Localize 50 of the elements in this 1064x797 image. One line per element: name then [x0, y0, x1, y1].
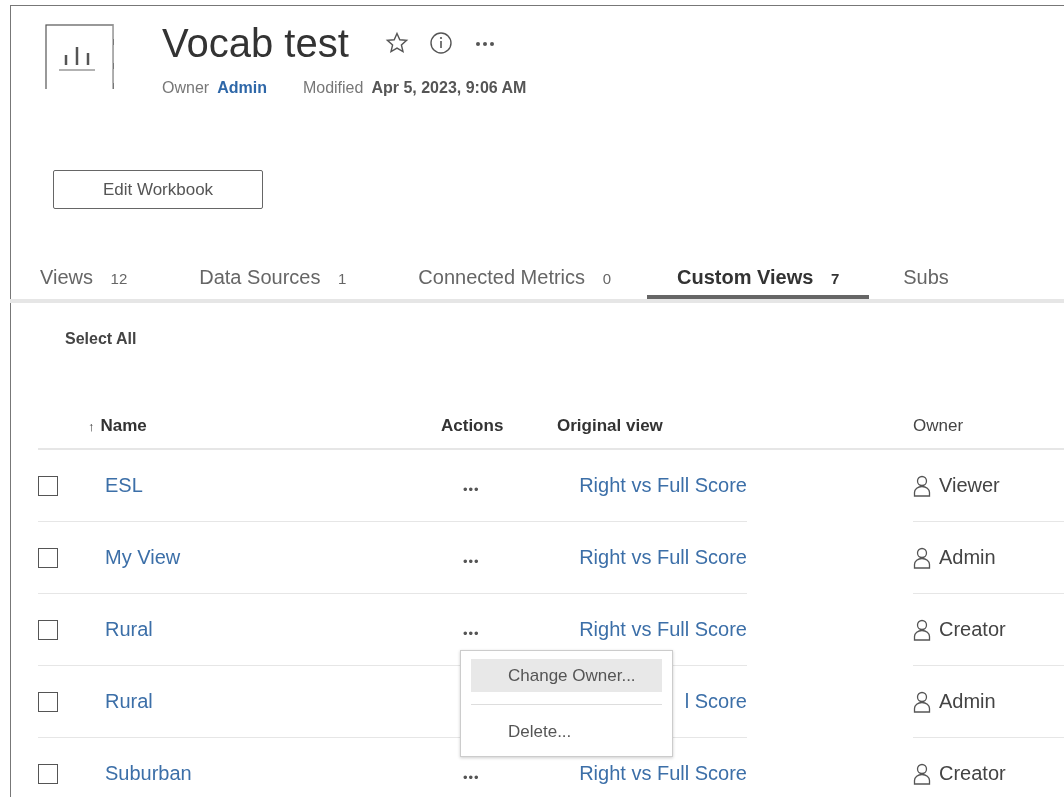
- user-icon: [913, 618, 931, 641]
- checkbox[interactable]: [38, 763, 58, 784]
- owner-name: Admin: [939, 546, 996, 569]
- checkbox[interactable]: [38, 691, 58, 712]
- view-name-link[interactable]: Suburban: [105, 762, 192, 785]
- owner-label: Owner: [162, 79, 210, 97]
- column-header[interactable]: Owner: [913, 416, 964, 436]
- view-name-link[interactable]: Rural: [105, 690, 153, 713]
- menu-item[interactable]: Delete...: [471, 715, 662, 748]
- modified-date: Apr 5, 2023, 9:06 AM: [371, 79, 527, 97]
- owner-name: Creator: [939, 618, 1006, 641]
- original-view-link[interactable]: Right vs Full Score: [579, 474, 747, 497]
- owner-link[interactable]: Admin: [217, 79, 267, 97]
- view-name-link[interactable]: Rural: [105, 618, 153, 641]
- user-icon: [913, 546, 931, 569]
- info-icon[interactable]: [428, 31, 453, 55]
- sort-arrow-icon[interactable]: ↑: [88, 418, 95, 434]
- checkbox[interactable]: [38, 619, 58, 640]
- owner-name: Creator: [939, 762, 1006, 785]
- more-actions-button[interactable]: •••: [435, 474, 480, 497]
- original-view-link[interactable]: Right vs Full Score: [579, 618, 747, 641]
- modified-label: Modified: [302, 79, 364, 97]
- owner-name: Admin: [939, 690, 996, 713]
- user-icon: [913, 474, 931, 497]
- user-icon: [913, 762, 931, 785]
- column-header[interactable]: Actions: [441, 416, 504, 436]
- more-actions-button[interactable]: •••: [435, 762, 480, 785]
- checkbox[interactable]: [38, 475, 58, 496]
- tab[interactable]: Views 12: [34, 260, 134, 299]
- original-view-link[interactable]: Right vs Full Score: [579, 762, 747, 785]
- more-actions-button[interactable]: •••: [435, 618, 480, 641]
- tab[interactable]: Connected Metrics 0: [412, 260, 617, 299]
- star-icon[interactable]: [384, 31, 409, 55]
- original-view-link[interactable]: l Score: [684, 690, 747, 713]
- select-all-link[interactable]: Select All: [65, 330, 137, 348]
- tab[interactable]: Data Sources 1: [193, 260, 353, 299]
- owner-name: Viewer: [939, 474, 1000, 497]
- checkbox[interactable]: [38, 547, 58, 568]
- user-icon: [913, 690, 931, 713]
- view-name-link[interactable]: My View: [105, 546, 181, 569]
- column-header[interactable]: Name: [100, 416, 147, 436]
- tab[interactable]: Custom Views 7: [647, 260, 870, 299]
- tab[interactable]: Subs: [897, 260, 955, 299]
- column-header[interactable]: Original view: [557, 416, 663, 436]
- edit-workbook-button[interactable]: Edit Workbook: [53, 170, 263, 209]
- more-actions-button[interactable]: •••: [435, 546, 480, 569]
- original-view-link[interactable]: Right vs Full Score: [579, 546, 747, 569]
- view-name-link[interactable]: ESL: [105, 474, 143, 497]
- workbook-title: Vocab test: [162, 20, 349, 67]
- menu-item[interactable]: Change Owner...: [471, 659, 662, 692]
